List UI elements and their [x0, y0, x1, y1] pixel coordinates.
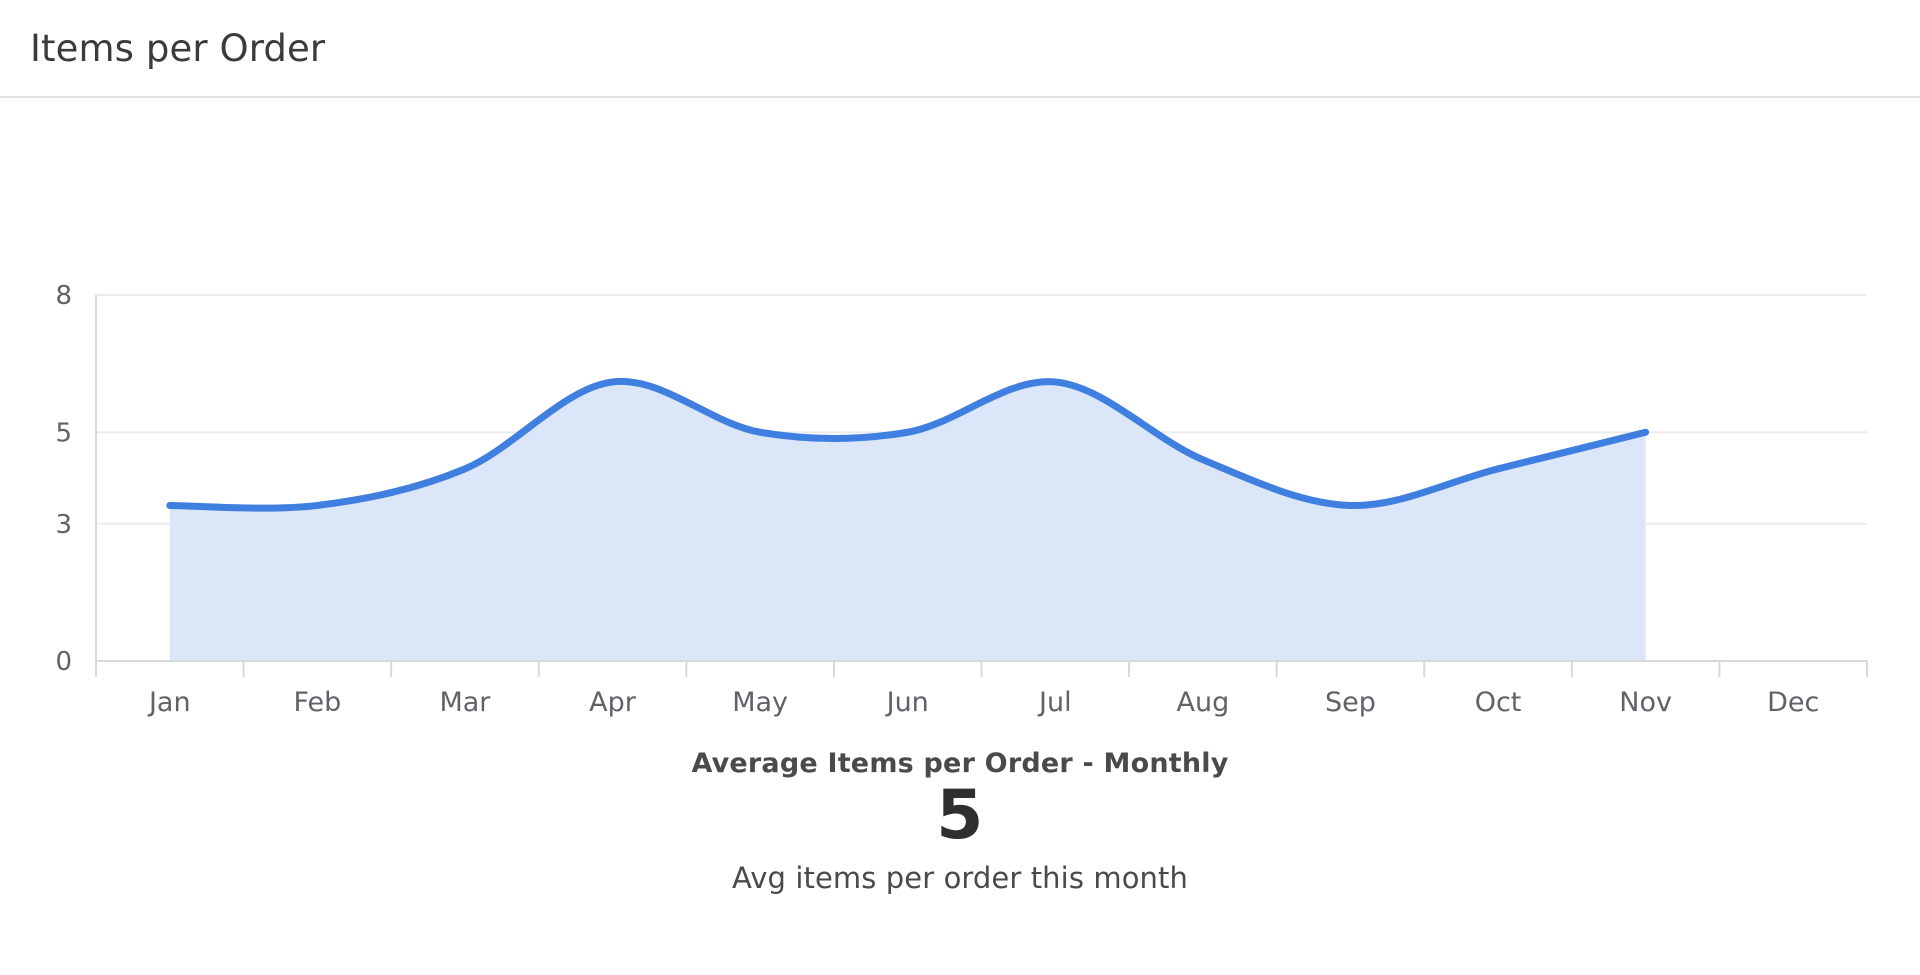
- x-axis-month-label: May: [732, 687, 788, 718]
- chart-area: 0 3 5 8 Jan Feb Mar Apr May Jun Jul Aug Sep Oct Nov De…: [0, 98, 1920, 779]
- x-axis-tick-labels: Jan Feb Mar Apr May Jun Jul Aug Sep Oct Nov Dec: [147, 687, 1819, 718]
- items-per-order-panel: Items per Order 0358 Jan Feb Mar Apr May Jun J…: [0, 0, 1920, 975]
- x-axis-month-label: Oct: [1475, 687, 1522, 718]
- chart-area-fill: [169, 381, 1646, 661]
- y-axis-tick-label: 8: [55, 281, 72, 311]
- y-axis-tick-labels: 0 3 5 8: [55, 281, 72, 677]
- page-title: Items per Order: [30, 26, 326, 70]
- kpi-value: 5: [936, 776, 984, 855]
- panel-header: Items per Order: [0, 0, 1920, 98]
- chart-caption: Average Items per Order - Monthly: [691, 748, 1229, 779]
- x-axis-month-label: Mar: [439, 687, 491, 718]
- x-axis-month-label: Aug: [1177, 687, 1230, 718]
- y-axis-tick-label: 5: [55, 418, 72, 448]
- x-axis-month-label: Apr: [589, 687, 637, 718]
- x-axis-month-label: Dec: [1767, 687, 1819, 718]
- x-axis-month-label: Jun: [885, 687, 929, 718]
- x-axis-month-label: Feb: [293, 687, 341, 718]
- area-fill-path: [169, 381, 1646, 661]
- y-axis-tick-label: 3: [55, 510, 72, 540]
- items-per-order-area-chart: 0 3 5 8 Jan Feb Mar Apr May Jun Jul Aug Sep Oct Nov De…: [55, 281, 1868, 718]
- x-axis-month-label: Jul: [1037, 687, 1072, 718]
- kpi-label: Avg items per order this month: [732, 861, 1188, 896]
- x-axis-month-label: Jan: [147, 687, 191, 718]
- x-axis-month-label: Nov: [1619, 687, 1672, 718]
- kpi-block: 5 Avg items per order this month: [0, 776, 1920, 896]
- x-axis-month-label: Sep: [1325, 687, 1376, 718]
- y-axis-tick-label: 0: [55, 647, 72, 677]
